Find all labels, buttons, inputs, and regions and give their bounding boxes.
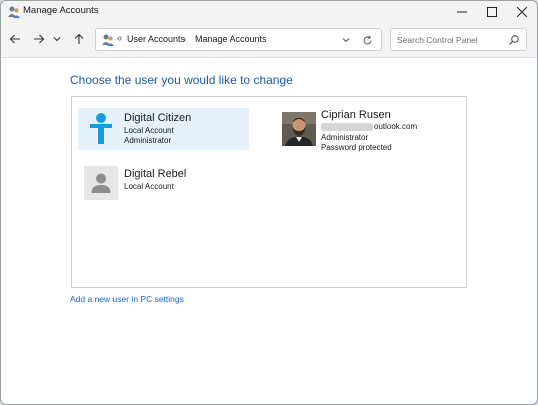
user-accounts-icon bbox=[102, 34, 114, 46]
breadcrumb-manage-accounts[interactable]: Manage Accounts bbox=[195, 34, 267, 44]
breadcrumb-separator[interactable]: › bbox=[183, 34, 186, 44]
account-type: Local Account bbox=[124, 126, 174, 135]
account-name: Ciprian Rusen bbox=[321, 109, 391, 121]
account-password-status: Password protected bbox=[321, 143, 392, 152]
search-box[interactable]: Search Control Panel bbox=[390, 28, 527, 51]
up-button[interactable] bbox=[71, 31, 87, 47]
navigation-bar: « User Accounts › Manage Accounts Search… bbox=[1, 23, 537, 58]
arrow-left-icon bbox=[9, 34, 20, 44]
account-tile-digital-rebel[interactable]: Digital Rebel Local Account bbox=[78, 164, 249, 200]
minimize-button[interactable] bbox=[447, 1, 477, 23]
account-tile-ciprian-rusen[interactable]: Ciprian Rusen outlook.com Administrator … bbox=[277, 108, 462, 154]
breadcrumb-overflow[interactable]: « bbox=[117, 33, 123, 44]
window-title: Manage Accounts bbox=[23, 5, 99, 16]
user-photo bbox=[282, 112, 316, 146]
close-button[interactable] bbox=[507, 1, 537, 23]
account-name: Digital Rebel bbox=[124, 168, 187, 180]
back-button[interactable] bbox=[7, 31, 23, 47]
redacted-email-blur bbox=[321, 122, 373, 131]
add-new-user-link[interactable]: Add a new user in PC settings bbox=[70, 294, 184, 304]
chevron-down-icon bbox=[342, 38, 350, 43]
arrow-up-icon bbox=[74, 33, 84, 44]
maximize-button[interactable] bbox=[477, 1, 507, 23]
email-domain: outlook.com bbox=[374, 122, 418, 131]
person-silhouette-icon bbox=[90, 113, 112, 144]
search-input[interactable]: Search Control Panel bbox=[397, 35, 478, 45]
address-bar[interactable]: « User Accounts › Manage Accounts bbox=[95, 28, 382, 51]
page-title: Choose the user you would like to change bbox=[70, 73, 293, 87]
forward-button[interactable] bbox=[31, 31, 47, 47]
account-type: Local Account bbox=[124, 182, 174, 191]
breadcrumb-user-accounts[interactable]: User Accounts bbox=[127, 34, 185, 44]
account-name: Digital Citizen bbox=[124, 112, 192, 124]
maximize-icon bbox=[487, 7, 497, 17]
close-icon bbox=[517, 7, 527, 17]
chevron-down-icon bbox=[53, 37, 61, 42]
refresh-icon bbox=[363, 35, 371, 44]
refresh-button[interactable] bbox=[360, 33, 374, 47]
user-accounts-icon bbox=[8, 6, 20, 18]
arrow-right-icon bbox=[34, 34, 45, 44]
title-bar: Manage Accounts bbox=[1, 1, 537, 23]
account-tile-digital-citizen[interactable]: Digital Citizen Local Account Administra… bbox=[78, 108, 249, 150]
recent-locations-button[interactable] bbox=[52, 31, 62, 47]
account-email: outlook.com bbox=[321, 122, 417, 131]
account-role: Administrator bbox=[321, 133, 369, 142]
default-user-icon bbox=[84, 166, 118, 200]
minimize-icon bbox=[457, 11, 467, 13]
search-icon[interactable] bbox=[508, 34, 520, 46]
manage-accounts-window: Manage Accounts « User Accounts › Manage… bbox=[0, 0, 538, 405]
account-role: Administrator bbox=[124, 136, 172, 145]
accounts-list: Digital Citizen Local Account Administra… bbox=[71, 96, 467, 288]
address-history-button[interactable] bbox=[340, 33, 352, 47]
